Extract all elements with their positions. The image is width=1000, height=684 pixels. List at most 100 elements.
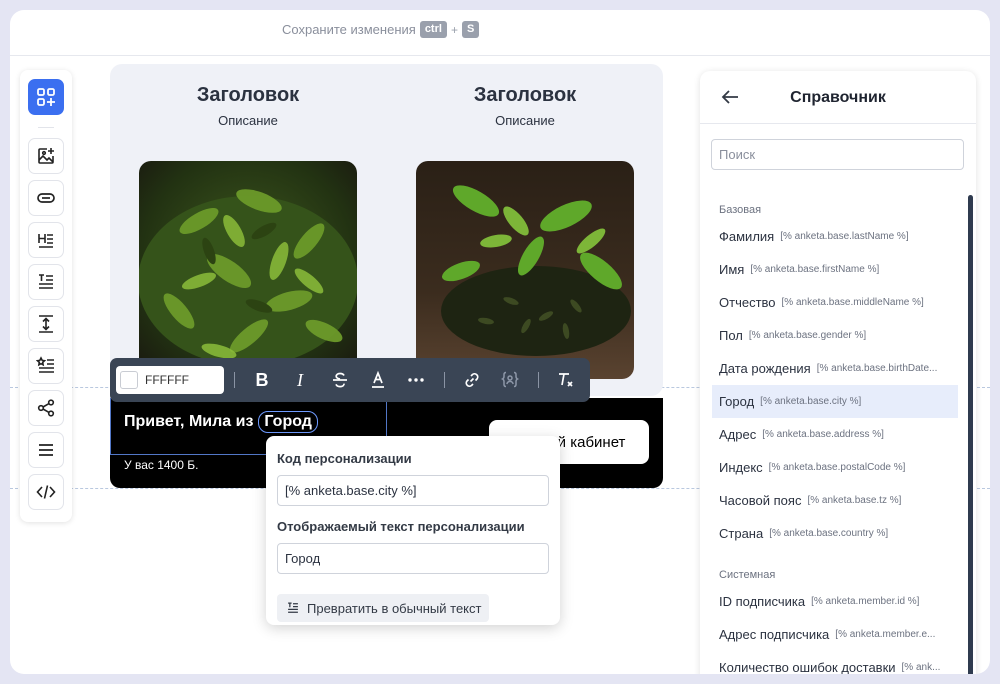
personalization-icon	[500, 371, 520, 388]
save-hint: Сохраните изменения ctrl + S	[282, 21, 480, 38]
clear-format-button[interactable]	[554, 368, 578, 392]
item-name: Количество ошибок доставки	[719, 660, 896, 674]
image-block-button[interactable]	[28, 138, 64, 174]
list-block-button[interactable]	[28, 348, 64, 384]
item-code: [% anketa.base.postalCode %]	[768, 462, 906, 473]
bold-button[interactable]: B	[250, 368, 274, 392]
column-2-description[interactable]: Описание	[415, 113, 635, 128]
item-name: Индекс	[719, 460, 763, 475]
blocks-add-icon	[37, 88, 55, 106]
strikethrough-icon	[333, 372, 347, 388]
item-code: [% anketa.base.address %]	[762, 429, 884, 440]
list-item[interactable]: Индекс [% anketa.base.postalCode %]	[712, 451, 958, 484]
list-item[interactable]: ID подписчика [% anketa.member.id %]	[712, 585, 958, 618]
toolbar-divider	[538, 372, 539, 388]
item-code: [% anketa.base.gender %]	[748, 330, 867, 341]
color-value[interactable]: FFFFFF	[145, 373, 189, 387]
item-name: ID подписчика	[719, 594, 806, 609]
heading-block-button[interactable]	[28, 222, 64, 258]
personalization-button[interactable]	[498, 368, 522, 392]
column-1-image[interactable]	[139, 161, 357, 379]
column-2-title[interactable]: Заголовок	[415, 84, 635, 107]
image-add-icon	[38, 148, 54, 164]
toolbar-separator	[38, 127, 54, 128]
item-code: [% anketa.base.country %]	[769, 528, 889, 539]
text-color-picker[interactable]: FFFFFF	[116, 366, 224, 394]
item-name: Адрес	[719, 427, 757, 442]
item-code: [% anketa.base.city %]	[760, 396, 862, 407]
blocks-toolbar	[20, 70, 72, 522]
more-dots-icon	[408, 378, 424, 382]
link-icon	[465, 372, 479, 388]
display-text-input[interactable]: Город	[277, 543, 549, 574]
list-icon	[36, 356, 54, 373]
spacer-icon	[39, 315, 53, 333]
list-item-selected[interactable]: Город [% anketa.base.city %]	[712, 385, 958, 418]
code-icon	[36, 485, 56, 499]
link-button[interactable]	[460, 368, 484, 392]
list-item[interactable]: Фамилия [% anketa.base.lastName %]	[712, 220, 958, 253]
italic-button[interactable]: I	[288, 368, 312, 392]
code-input[interactable]: [% anketa.base.city %]	[277, 475, 549, 506]
tea-leaves-image-1	[139, 161, 357, 379]
panel-title: Справочник	[790, 89, 886, 106]
list-item[interactable]: Количество ошибок доставки [% ank...	[712, 651, 958, 674]
panel-header: Справочник	[700, 71, 976, 124]
text-icon	[39, 274, 53, 289]
key-plus: +	[450, 22, 458, 37]
item-code: [% anketa.member.e...	[835, 629, 936, 640]
spacer-block-button[interactable]	[28, 306, 64, 342]
toolbar-divider	[234, 372, 235, 388]
personalization-popover: Код персонализации [% anketa.base.city %…	[266, 436, 560, 625]
list-item[interactable]: Дата рождения [% anketa.base.birthDate...	[712, 352, 958, 385]
item-name: Адрес подписчика	[719, 627, 830, 642]
item-name: Имя	[719, 262, 745, 277]
clear-format-icon	[559, 373, 573, 387]
item-name: Пол	[719, 328, 743, 343]
menu-block-button[interactable]	[28, 432, 64, 468]
list-item[interactable]: Имя [% anketa.base.firstName %]	[712, 253, 958, 286]
convert-to-text-button[interactable]: Превратить в обычный текст	[277, 594, 489, 622]
balance-text[interactable]: У вас 1400 Б.	[124, 458, 198, 472]
convert-to-text-label: Превратить в обычный текст	[307, 600, 482, 616]
html-block-button[interactable]	[28, 474, 64, 510]
personalization-chip[interactable]: Город	[258, 411, 318, 433]
more-options-button[interactable]	[404, 368, 428, 392]
share-icon	[37, 399, 55, 417]
greeting-text[interactable]: Привет, Мила из Город	[124, 411, 318, 433]
text-block-button[interactable]	[28, 264, 64, 300]
content-block[interactable]: Заголовок Описание Заголовок Описание	[110, 64, 663, 396]
list-item[interactable]: Часовой пояс [% anketa.base.tz %]	[712, 484, 958, 517]
list-item[interactable]: Пол [% anketa.base.gender %]	[712, 319, 958, 352]
button-icon	[37, 193, 55, 203]
item-code: [% anketa.base.birthDate...	[816, 363, 938, 374]
button-block-button[interactable]	[28, 180, 64, 216]
panel-scrollbar[interactable]	[968, 195, 973, 674]
text-format-toolbar: FFFFFF B I	[110, 358, 590, 402]
tea-leaves-image-2	[416, 161, 634, 379]
text-underline-icon	[372, 370, 384, 388]
key-ctrl: ctrl	[419, 21, 447, 38]
column-1-title[interactable]: Заголовок	[138, 84, 358, 107]
item-code: [% anketa.member.id %]	[811, 596, 920, 607]
list-item[interactable]: Страна [% anketa.base.country %]	[712, 517, 958, 550]
item-name: Фамилия	[719, 229, 775, 244]
list-item[interactable]: Адрес [% anketa.base.address %]	[712, 418, 958, 451]
list-item[interactable]: Отчество [% anketa.base.middleName %]	[712, 286, 958, 319]
display-text-label: Отображаемый текст персонализации	[277, 519, 525, 534]
column-2-image[interactable]	[416, 161, 634, 379]
item-name: Часовой пояс	[719, 493, 802, 508]
item-code: [% anketa.base.tz %]	[807, 495, 902, 506]
column-1-description[interactable]: Описание	[138, 113, 358, 128]
color-swatch[interactable]	[120, 371, 138, 389]
top-bar: Сохраните изменения ctrl + S	[10, 10, 990, 56]
list-item[interactable]: Адрес подписчика [% anketa.member.e...	[712, 618, 958, 651]
add-block-button[interactable]	[28, 79, 64, 115]
strikethrough-button[interactable]	[328, 368, 352, 392]
save-hint-text: Сохраните изменения	[282, 22, 416, 37]
item-code: [% anketa.base.firstName %]	[750, 264, 880, 275]
reference-panel: Справочник Поиск Базовая Фамилия [% anket…	[700, 71, 976, 674]
underline-color-button[interactable]	[366, 368, 390, 392]
search-input[interactable]: Поиск	[711, 139, 964, 170]
social-block-button[interactable]	[28, 390, 64, 426]
